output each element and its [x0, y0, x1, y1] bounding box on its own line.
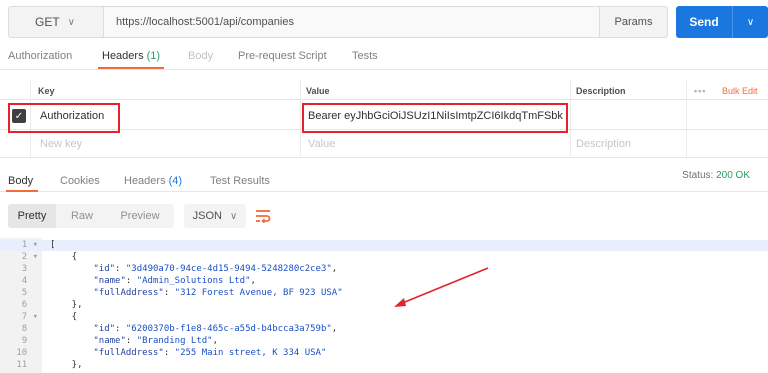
code-line: 11 },	[0, 360, 768, 371]
pretty-button[interactable]: Pretty	[8, 204, 56, 228]
send-button[interactable]: Send	[676, 6, 732, 38]
raw-button[interactable]: Raw	[60, 204, 104, 228]
code-text: "id": "6200370b-f1e8-465c-a55d-b4bcca3a7…	[93, 324, 338, 334]
request-tabs: Authorization Headers (1) Body Pre-reque…	[0, 44, 768, 70]
line-number: 4	[21, 276, 38, 286]
status-label: Status:	[682, 170, 714, 181]
code-line: 10 "fullAddress": "255 Main street, K 33…	[0, 348, 768, 359]
code-text: },	[50, 360, 83, 370]
send-options-button[interactable]: ∨	[732, 6, 768, 38]
response-body-editor[interactable]: 1 ▾ [2 ▾ {3 "id": "3d490a70-94ce-4d15-949…	[0, 238, 768, 373]
headers-table-header: Key Value Description ••• Bulk Edit	[0, 80, 768, 100]
code-text: "name": "Admin_Solutions Ltd",	[93, 276, 256, 286]
format-label: JSON	[192, 210, 222, 222]
response-tabs: Body Cookies Headers (4) Test Results St…	[0, 164, 768, 192]
active-tab-indicator	[98, 67, 164, 69]
code-line: 3 "id": "3d490a70-94ce-4d15-9494-5248280…	[0, 264, 768, 275]
code-text: },	[50, 300, 83, 310]
chevron-down-icon: ∨	[230, 210, 238, 222]
column-divider	[570, 80, 571, 158]
request-bar: GET ∨ https://localhost:5001/api/compani…	[8, 6, 768, 38]
code-line: 5 "fullAddress": "312 Forest Avenue, BF …	[0, 288, 768, 299]
code-text: {	[50, 252, 78, 262]
more-options-icon[interactable]: •••	[694, 86, 706, 96]
code-text: "fullAddress": "255 Main street, K 334 U…	[93, 348, 327, 358]
column-description: Description	[576, 86, 626, 96]
code-line: 1 ▾ [	[0, 240, 768, 251]
status-indicator: Status: 200 OK	[682, 170, 750, 181]
tab-label: Headers	[124, 175, 166, 187]
tab-label: Tests	[352, 50, 378, 62]
tab-label: Headers	[102, 50, 144, 62]
status-value: 200 OK	[716, 170, 750, 181]
tab-label: Cookies	[60, 175, 100, 187]
annotation-box-key	[8, 103, 120, 133]
tab-label: Body	[8, 175, 34, 187]
tab-authorization[interactable]: Authorization	[8, 50, 72, 62]
code-line: 2 ▾ {	[0, 252, 768, 263]
url-input[interactable]: https://localhost:5001/api/companies	[104, 6, 600, 38]
tab-label: Test Results	[210, 175, 270, 187]
line-number: 8	[21, 324, 38, 334]
line-number: 2 ▾	[21, 252, 38, 262]
code-text: [	[50, 240, 56, 250]
code-text: "id": "3d490a70-94ce-4d15-9494-5248280c2…	[93, 264, 338, 274]
tab-body[interactable]: Body	[188, 50, 213, 62]
code-line: 4 "name": "Admin_Solutions Ltd",	[0, 276, 768, 287]
tab-label: Authorization	[8, 50, 73, 62]
bulk-edit-link[interactable]: Bulk Edit	[722, 86, 758, 96]
format-select[interactable]: JSON ∨	[184, 204, 246, 228]
tab-cookies[interactable]: Cookies	[60, 175, 100, 187]
new-description-field[interactable]: Description	[576, 138, 631, 150]
line-number: 10	[16, 348, 38, 358]
tab-count: (1)	[146, 50, 161, 62]
tab-label: Pre-request Script	[238, 50, 327, 62]
active-tab-indicator	[6, 190, 38, 192]
tab-response-body[interactable]: Body	[8, 175, 33, 187]
line-number: 11	[16, 360, 38, 370]
column-divider	[686, 80, 687, 158]
new-header-row: New key Value Description	[0, 130, 768, 158]
wrap-lines-icon[interactable]	[250, 204, 276, 228]
code-text: {	[50, 312, 78, 322]
tab-test-results[interactable]: Test Results	[210, 175, 270, 187]
new-key-field[interactable]: New key	[40, 138, 82, 150]
code-line: 6 },	[0, 300, 768, 311]
column-value: Value	[306, 86, 330, 96]
tab-response-headers[interactable]: Headers (4)	[124, 175, 182, 187]
code-text: "name": "Branding Ltd",	[93, 336, 218, 346]
line-number: 9	[21, 336, 38, 346]
code-line: 9 "name": "Branding Ltd",	[0, 336, 768, 347]
annotation-box-value	[302, 103, 568, 133]
tab-count: (4)	[168, 175, 183, 187]
code-line: 8 "id": "6200370b-f1e8-465c-a55d-b4bcca3…	[0, 324, 768, 335]
code-line: 7 ▾ {	[0, 312, 768, 323]
line-number: 1 ▾	[21, 240, 38, 250]
tab-headers[interactable]: Headers (1)	[102, 50, 160, 62]
preview-button[interactable]: Preview	[108, 204, 172, 228]
column-key: Key	[38, 86, 55, 96]
method-label: GET	[35, 15, 60, 29]
column-divider	[300, 80, 301, 158]
line-number: 5	[21, 288, 38, 298]
new-value-field[interactable]: Value	[308, 138, 335, 150]
method-select[interactable]: GET ∨	[8, 6, 104, 38]
line-number: 6	[21, 300, 38, 310]
tab-pre-request-script[interactable]: Pre-request Script	[238, 50, 327, 62]
tab-label: Body	[188, 50, 214, 62]
chevron-down-icon: ∨	[67, 16, 75, 28]
code-text: "fullAddress": "312 Forest Avenue, BF 92…	[93, 288, 343, 298]
line-number: 7 ▾	[21, 312, 38, 322]
line-number: 3	[21, 264, 38, 274]
chevron-down-icon: ∨	[746, 16, 755, 28]
tab-tests[interactable]: Tests	[352, 50, 378, 62]
annotation-arrow-icon	[394, 267, 489, 307]
params-button[interactable]: Params	[600, 6, 668, 38]
